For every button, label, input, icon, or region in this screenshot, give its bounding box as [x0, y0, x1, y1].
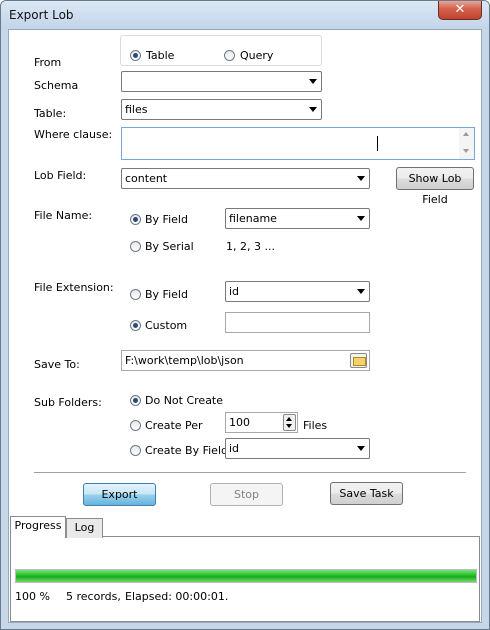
window-title: Export Lob [9, 8, 74, 22]
close-button[interactable]: ✕ [438, 1, 482, 20]
from-query-radio[interactable] [224, 50, 235, 61]
file-ext-field-value: id [229, 285, 240, 298]
file-name-by-serial-label: By Serial [145, 240, 194, 253]
file-ext-custom-radio[interactable] [130, 320, 141, 331]
file-name-by-field-label: By Field [145, 213, 188, 226]
chevron-down-icon [357, 289, 365, 294]
table-combo[interactable]: files [121, 99, 322, 120]
show-lob-field-button[interactable]: Show Lob Field [396, 167, 474, 206]
chevron-down-icon [309, 79, 317, 84]
table-label: Table: [34, 107, 67, 120]
browse-folder-button[interactable] [350, 353, 367, 368]
from-label: From [34, 56, 62, 69]
progress-records: 5 records, [66, 590, 121, 603]
progress-percent: 100 % [15, 590, 50, 603]
save-to-label: Save To: [34, 358, 80, 371]
progress-bar [15, 569, 477, 583]
chevron-down-icon [309, 107, 317, 112]
progress-panel: 100 % 5 records, Elapsed: 00:00:01. [10, 536, 480, 622]
file-ext-by-field-label: By Field [145, 288, 188, 301]
export-lob-window: Export Lob ✕ From Table Query Schema Tab… [0, 0, 490, 630]
progress-fill [16, 570, 476, 582]
create-per-stepper[interactable]: 100 [225, 412, 298, 433]
chevron-down-icon [357, 216, 365, 221]
file-name-by-field-radio[interactable] [130, 214, 141, 225]
file-ext-field-combo[interactable]: id [225, 281, 370, 302]
create-by-field-radio[interactable] [130, 445, 141, 456]
chevron-down-icon [357, 176, 365, 181]
dialog-body: From Table Query Schema Table: files Whe… [8, 29, 482, 623]
from-table-radio[interactable] [130, 50, 141, 61]
scroll-down-icon[interactable] [463, 149, 469, 153]
scroll-up-icon[interactable] [463, 132, 469, 136]
sub-folders-label: Sub Folders: [34, 396, 102, 409]
save-task-button[interactable]: Save Task [330, 482, 403, 505]
lob-field-combo[interactable]: content [121, 168, 370, 189]
chevron-down-icon [357, 446, 365, 451]
separator [34, 472, 466, 473]
lob-field-label: Lob Field: [34, 169, 87, 182]
close-icon: ✕ [454, 2, 466, 17]
file-name-label: File Name: [34, 209, 93, 222]
folder-icon [353, 357, 366, 366]
create-per-value: 100 [229, 416, 250, 429]
sub-folder-field-value: id [229, 442, 240, 455]
file-ext-by-field-radio[interactable] [130, 289, 141, 300]
spin-down-icon[interactable] [286, 424, 292, 428]
text-cursor-icon [377, 136, 378, 151]
sub-folder-field-combo[interactable]: id [225, 438, 370, 459]
file-name-by-serial-radio[interactable] [130, 241, 141, 252]
spin-up-icon[interactable] [286, 417, 292, 421]
progress-elapsed: Elapsed: 00:00:01. [125, 590, 229, 603]
file-ext-custom-label: Custom [145, 319, 188, 332]
lob-field-value: content [125, 172, 168, 185]
from-query-label: Query [240, 49, 274, 62]
schema-label: Schema [34, 79, 79, 92]
file-extension-label: File Extension: [34, 281, 114, 294]
schema-combo[interactable] [121, 71, 322, 92]
where-label: Where clause: [34, 128, 113, 141]
create-by-field-label: Create By Field [145, 444, 228, 457]
tab-log[interactable]: Log [66, 518, 103, 538]
serial-example-text: 1, 2, 3 ... [226, 240, 275, 253]
table-value: files [125, 103, 148, 116]
create-per-label: Create Per [145, 419, 203, 432]
do-not-create-label: Do Not Create [145, 394, 224, 407]
files-label: Files [303, 419, 328, 432]
do-not-create-radio[interactable] [130, 395, 141, 406]
create-per-radio[interactable] [130, 420, 141, 431]
file-name-field-combo[interactable]: filename [225, 208, 370, 229]
spin-buttons[interactable] [283, 414, 296, 431]
tab-progress[interactable]: Progress [10, 516, 66, 538]
where-scrollbar[interactable] [459, 128, 474, 159]
from-group: Table Query [120, 35, 322, 66]
export-button[interactable]: Export [83, 483, 156, 506]
stop-button[interactable]: Stop [210, 483, 283, 506]
from-table-label: Table [146, 49, 175, 62]
save-to-input[interactable]: F:\work\temp\lob\json [121, 350, 370, 371]
where-clause-input[interactable] [121, 127, 475, 160]
title-bar[interactable]: Export Lob ✕ [1, 1, 489, 29]
save-to-value: F:\work\temp\lob\json [125, 354, 244, 367]
file-name-field-value: filename [229, 212, 277, 225]
file-ext-custom-input[interactable] [225, 312, 370, 333]
